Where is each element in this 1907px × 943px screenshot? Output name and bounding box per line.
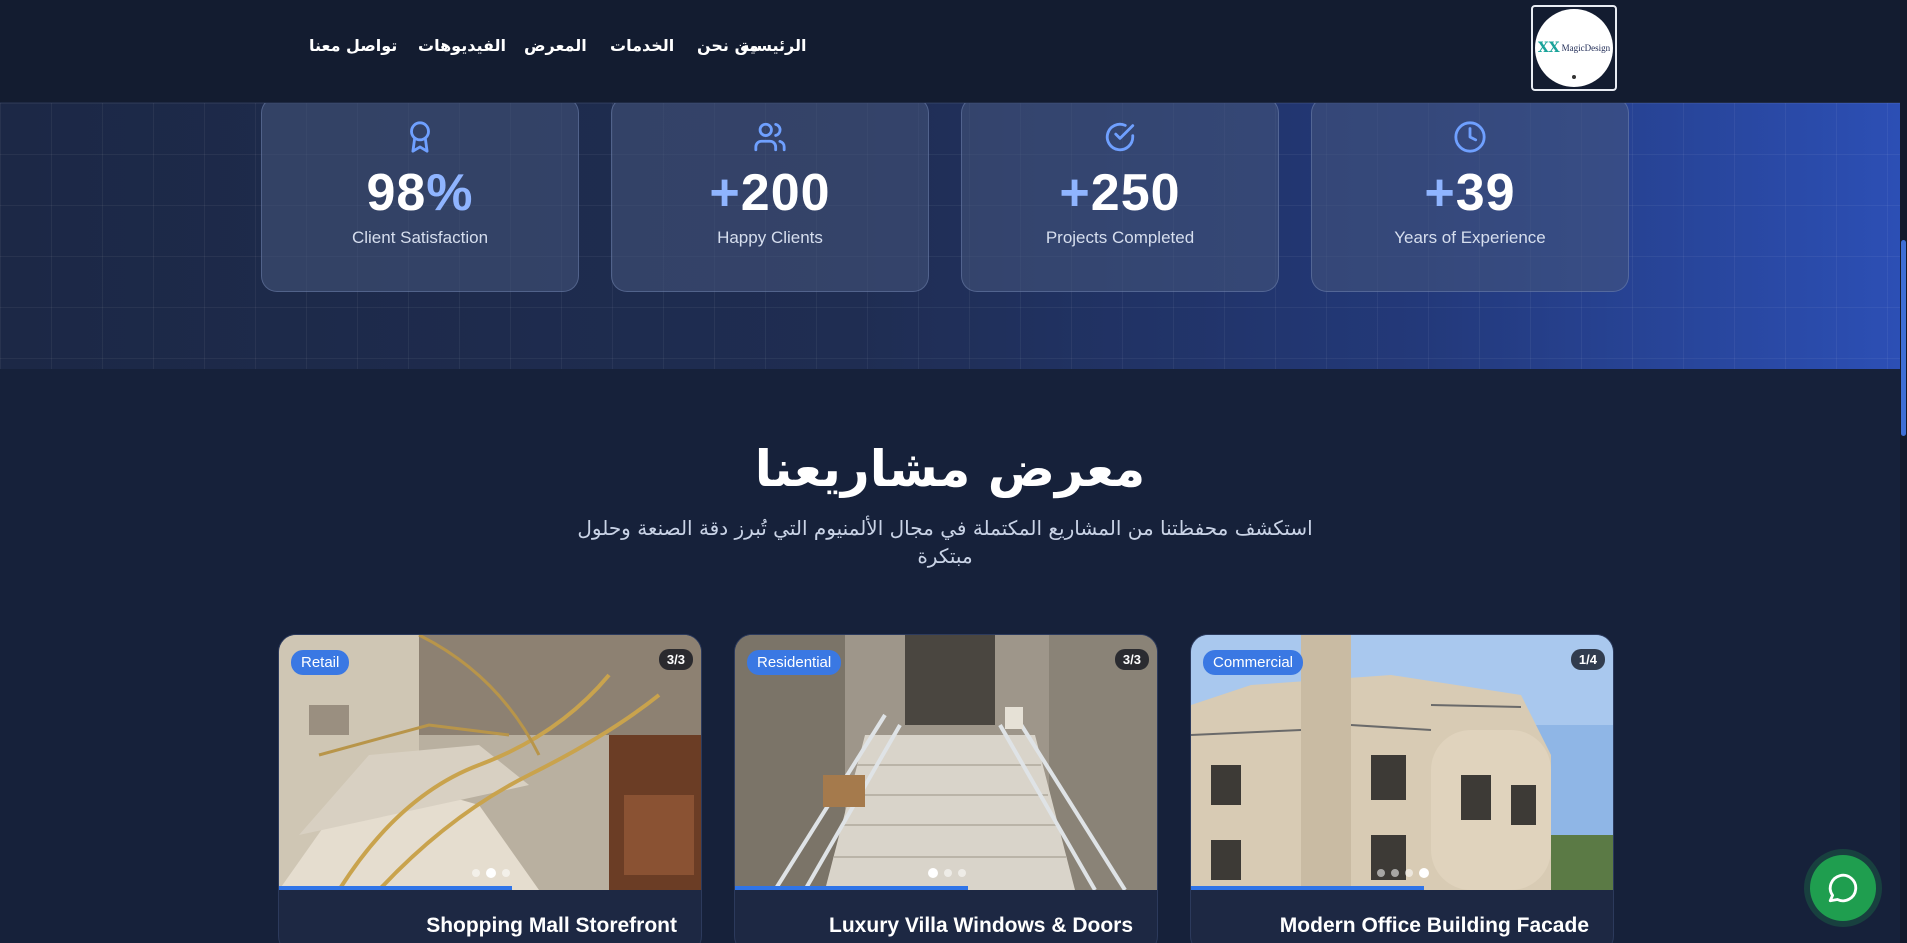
slide-dot[interactable] bbox=[958, 869, 966, 877]
slide-counter: 3/3 bbox=[1114, 649, 1149, 670]
project-card-residential[interactable]: Residential 3/3 Luxury Villa Windows & D… bbox=[734, 634, 1158, 943]
portfolio-subtitle: استكشف محفظتنا من المشاريع المكتملة في م… bbox=[577, 516, 1313, 568]
site-header: الرئيسية من نحن الخدمات المعرض الفيديوها… bbox=[0, 0, 1900, 103]
users-icon bbox=[754, 122, 786, 152]
project-image[interactable]: Residential 3/3 bbox=[735, 635, 1157, 890]
project-card-commercial[interactable]: Commercial 1/4 Modern Office Building Fa… bbox=[1190, 634, 1614, 943]
slide-dots bbox=[472, 868, 510, 878]
logo[interactable]: XX MagicDesign bbox=[1531, 5, 1617, 91]
slide-counter: 3/3 bbox=[658, 649, 693, 670]
slide-dot[interactable] bbox=[1377, 869, 1385, 877]
award-icon bbox=[410, 121, 430, 153]
portfolio-title: معرض مشاريعنا bbox=[754, 440, 1146, 498]
stat-card-clients: +200 Happy Clients bbox=[611, 103, 929, 292]
nav-services[interactable]: الخدمات bbox=[610, 36, 674, 55]
category-tag: Commercial bbox=[1203, 650, 1304, 675]
logo-text: MagicDesign bbox=[1561, 43, 1611, 53]
slide-counter: 1/4 bbox=[1570, 649, 1605, 670]
stat-label: Happy Clients bbox=[717, 228, 823, 247]
stat-value: +250 bbox=[1059, 164, 1181, 222]
stat-label: Years of Experience bbox=[1394, 228, 1546, 247]
logo-mark: XX bbox=[1537, 40, 1560, 56]
category-tag: Residential bbox=[747, 650, 842, 675]
slide-progress-bar bbox=[735, 886, 969, 890]
project-title: Modern Office Building Facade bbox=[1279, 914, 1589, 937]
project-title: Shopping Mall Storefront bbox=[426, 914, 677, 937]
stat-value: +39 bbox=[1424, 164, 1516, 222]
stat-value: +200 bbox=[709, 164, 831, 222]
project-title: Luxury Villa Windows & Doors bbox=[829, 914, 1133, 937]
project-image[interactable]: Commercial 1/4 bbox=[1191, 635, 1613, 890]
stat-label: Projects Completed bbox=[1045, 228, 1195, 247]
project-image[interactable]: Retail 3/3 bbox=[279, 635, 701, 890]
stat-label: Client Satisfaction bbox=[351, 228, 489, 247]
logo-dot bbox=[1572, 75, 1576, 79]
slide-dot[interactable] bbox=[1391, 869, 1399, 877]
stat-value: 98% bbox=[366, 164, 474, 222]
slide-dots bbox=[1377, 868, 1429, 878]
whatsapp-button[interactable] bbox=[1810, 855, 1876, 921]
nav-contact[interactable]: تواصل معنا bbox=[309, 36, 397, 55]
clock-icon bbox=[1454, 121, 1486, 153]
page-scrollbar[interactable] bbox=[1900, 0, 1907, 943]
slide-dot[interactable] bbox=[928, 868, 938, 878]
slide-dot[interactable] bbox=[486, 868, 496, 878]
whatsapp-icon bbox=[1828, 873, 1858, 903]
nav-videos[interactable]: الفيديوهات bbox=[418, 36, 506, 55]
slide-dots bbox=[928, 868, 966, 878]
check-circle-icon bbox=[1105, 122, 1135, 152]
nav-gallery[interactable]: المعرض bbox=[524, 36, 587, 55]
category-tag: Retail bbox=[291, 650, 350, 675]
slide-progress-bar bbox=[279, 886, 513, 890]
stats-band: 98% Client Satisfaction +200 Happy Clien… bbox=[0, 103, 1900, 369]
project-card-retail[interactable]: Retail 3/3 Shopping Mall Storefront bbox=[278, 634, 702, 943]
stat-card-experience: +39 Years of Experience bbox=[1311, 103, 1629, 292]
logo-badge: XX MagicDesign bbox=[1535, 9, 1613, 87]
slide-dot[interactable] bbox=[1419, 868, 1429, 878]
stat-card-projects: +250 Projects Completed bbox=[961, 103, 1279, 292]
scrollbar-thumb[interactable] bbox=[1901, 240, 1906, 436]
slide-dot[interactable] bbox=[944, 869, 952, 877]
slide-dot[interactable] bbox=[502, 869, 510, 877]
slide-progress-bar bbox=[1191, 886, 1425, 890]
slide-dot[interactable] bbox=[472, 869, 480, 877]
nav-about[interactable]: من نحن bbox=[697, 36, 759, 55]
stat-card-satisfaction: 98% Client Satisfaction bbox=[261, 103, 579, 292]
slide-dot[interactable] bbox=[1405, 869, 1413, 877]
